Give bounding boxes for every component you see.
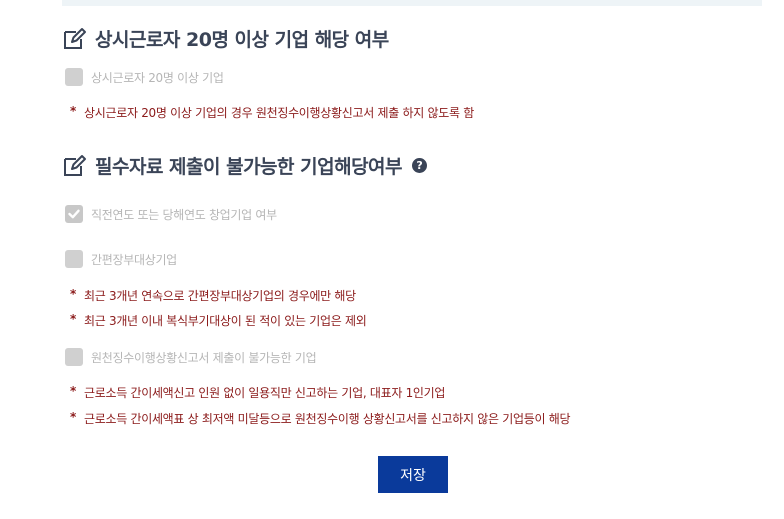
section-title-employees: 상시근로자 20명 이상 기업 해당 여부 <box>62 25 389 52</box>
checkbox-label: 원천징수이행상황신고서 제출이 불가능한 기업 <box>91 350 317 365</box>
top-strip <box>62 0 762 6</box>
note: * 최근 3개년 이내 복식부기대상이 된 적이 있는 기업은 제외 <box>70 312 367 328</box>
note: * 근로소득 간이세액표 상 최저액 미달등으로 원천징수이행 상황신고서를 신… <box>70 410 571 426</box>
save-button[interactable]: 저장 <box>378 456 448 493</box>
help-icon[interactable]: ? <box>412 158 428 173</box>
checkbox[interactable] <box>65 68 83 86</box>
checkbox-label: 상시근로자 20명 이상 기업 <box>91 70 224 85</box>
edit-icon <box>62 154 88 178</box>
edit-icon <box>62 27 88 51</box>
section-title-text: 상시근로자 20명 이상 기업 해당 여부 <box>95 29 389 51</box>
checkbox-row-withholding-report[interactable]: 원천징수이행상황신고서 제출이 불가능한 기업 <box>65 348 317 366</box>
checkbox-label: 직전연도 또는 당해연도 창업기업 여부 <box>91 207 277 222</box>
checkbox-checked[interactable] <box>65 205 83 223</box>
checkbox-label: 간편장부대상기업 <box>91 252 177 267</box>
checkbox[interactable] <box>65 348 83 366</box>
note: * 최근 3개년 연속으로 간편장부대상기업의 경우에만 해당 <box>70 287 356 303</box>
checkbox-row-20-employees[interactable]: 상시근로자 20명 이상 기업 <box>65 68 224 86</box>
checkbox-row-startup[interactable]: 직전연도 또는 당해연도 창업기업 여부 <box>65 205 277 223</box>
checkbox-row-simple-bookkeeping[interactable]: 간편장부대상기업 <box>65 250 177 268</box>
note: * 근로소득 간이세액신고 인원 없이 일용직만 신고하는 기업, 대표자 1인… <box>70 384 446 400</box>
checkbox[interactable] <box>65 250 83 268</box>
check-icon <box>68 209 80 219</box>
section-title-required-docs: 필수자료 제출이 불가능한 기업해당여부 ? <box>62 152 428 179</box>
note: * 상시근로자 20명 이상 기업의 경우 원천징수이행상황신고서 제출 하지 … <box>70 104 474 120</box>
section-title-text: 필수자료 제출이 불가능한 기업해당여부 <box>95 156 403 178</box>
